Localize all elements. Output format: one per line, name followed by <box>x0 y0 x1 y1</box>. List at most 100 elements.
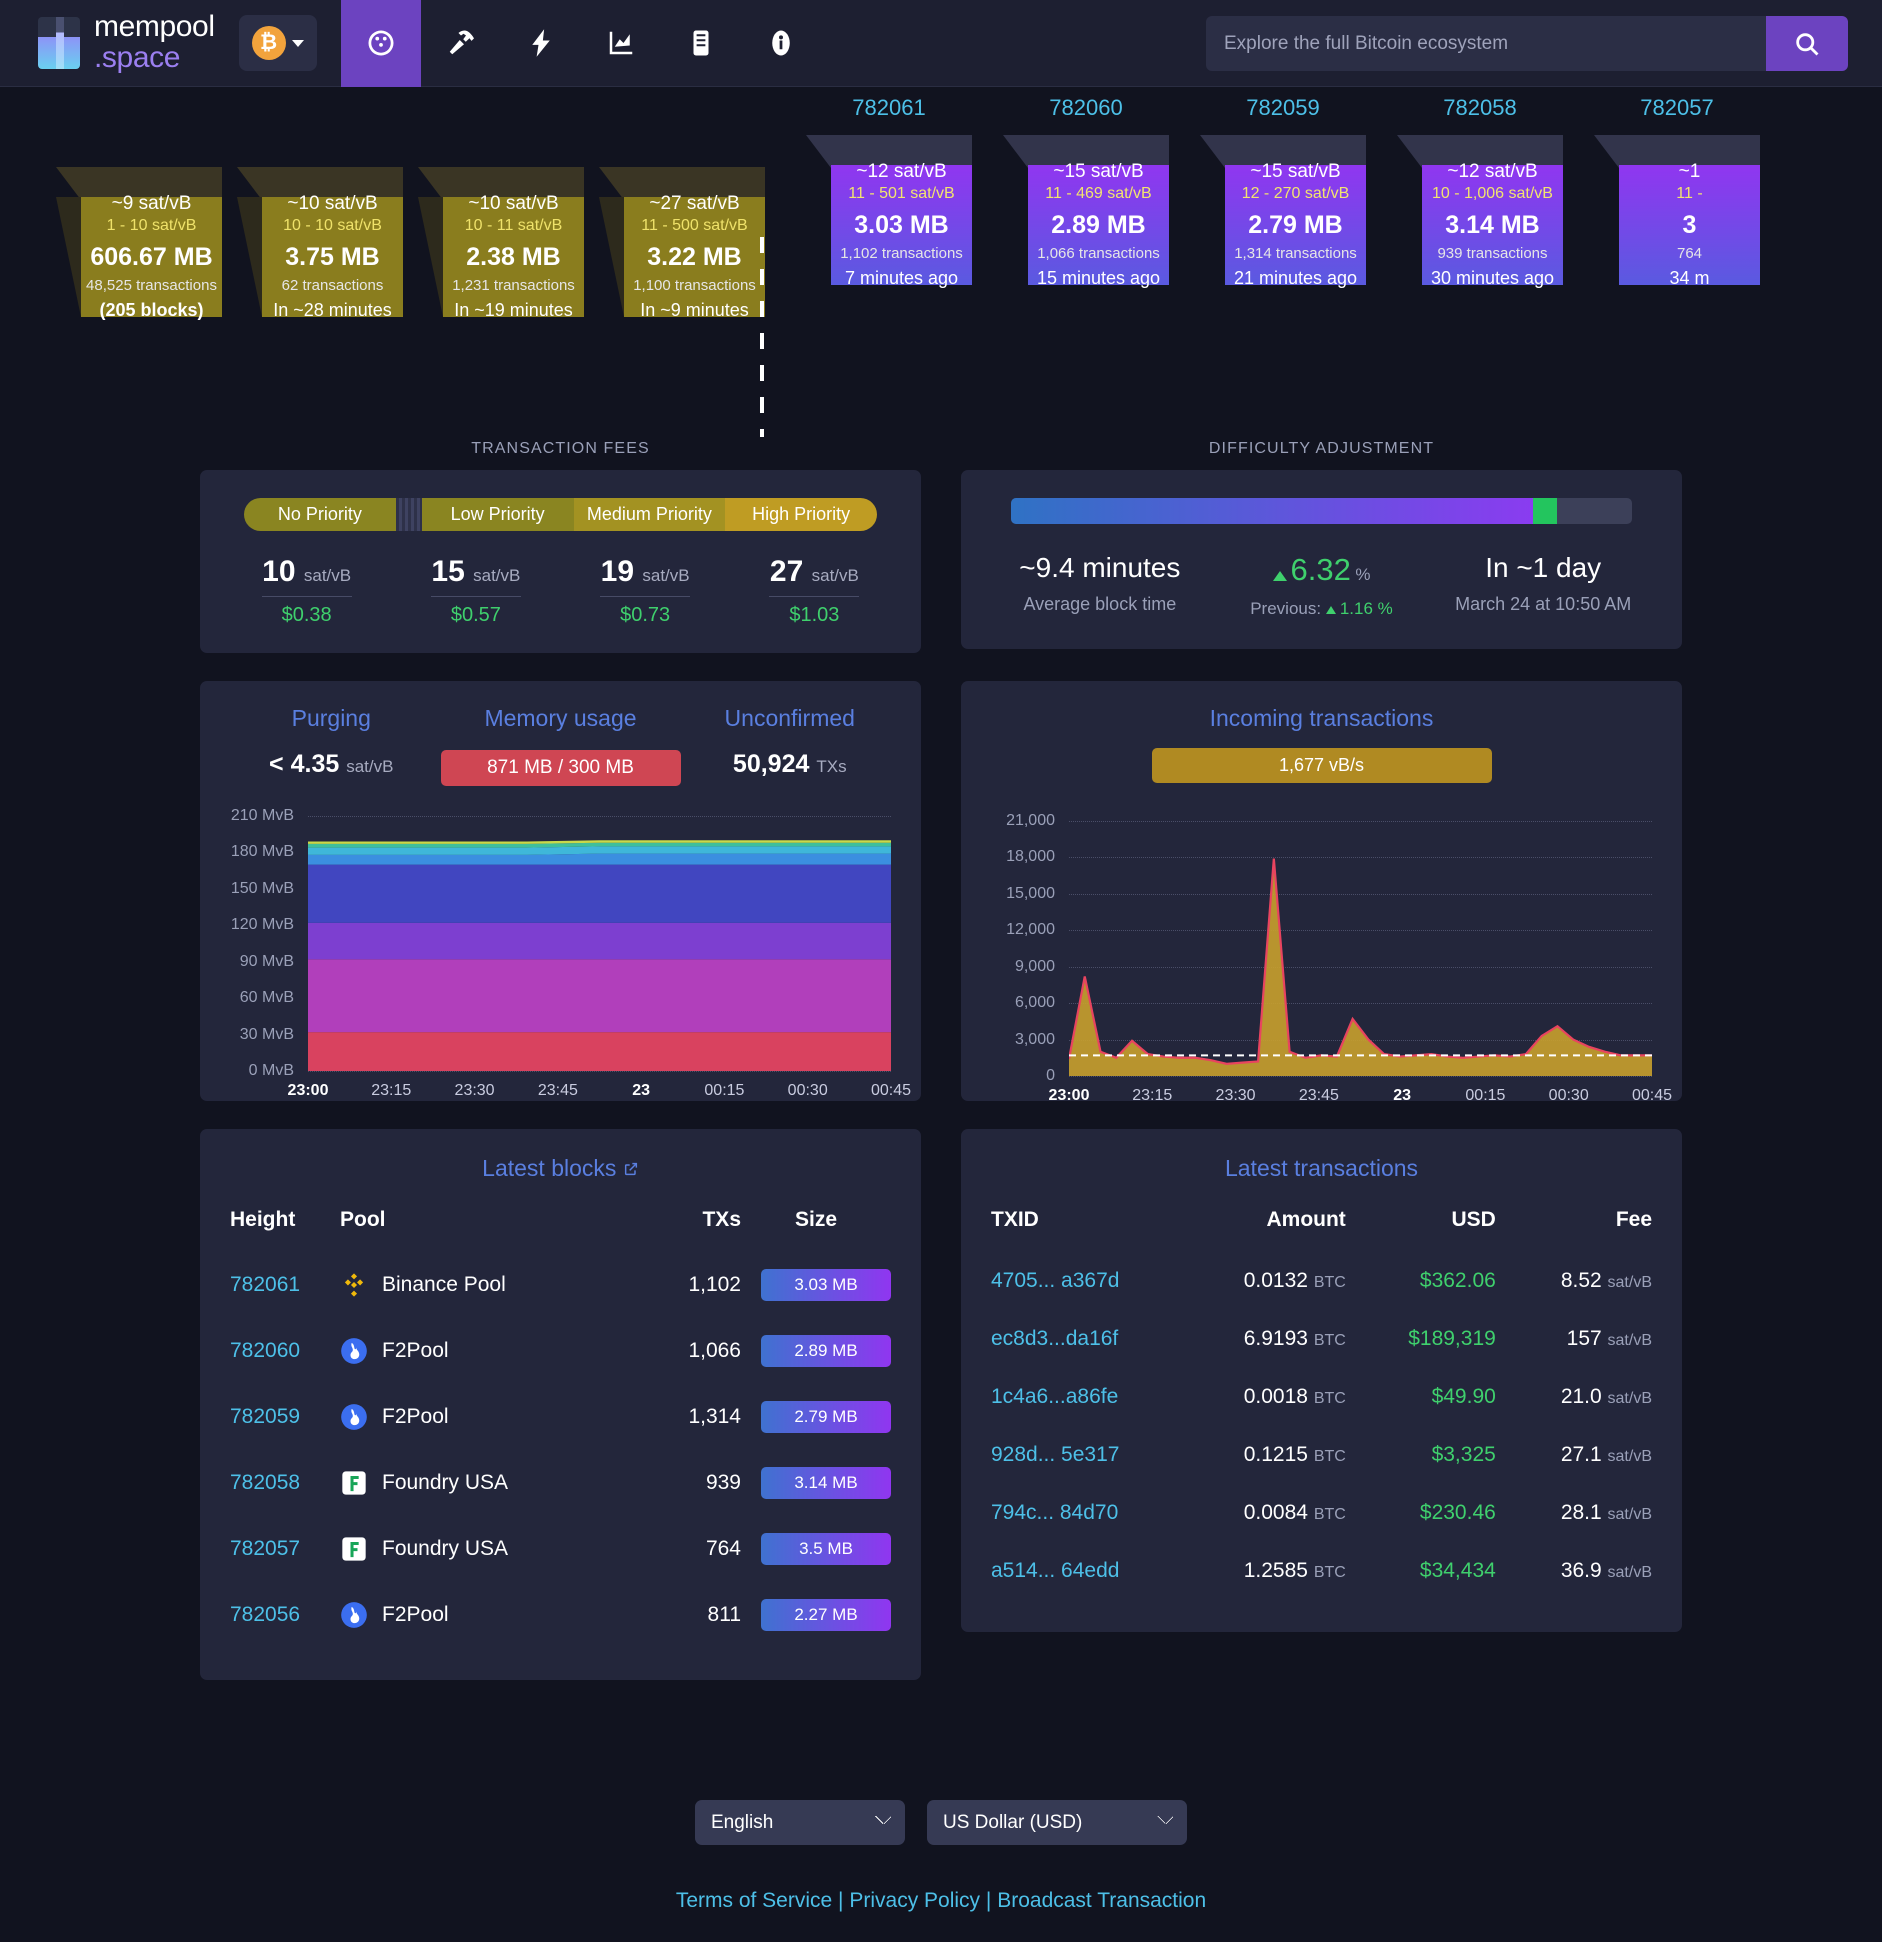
brand-logo[interactable]: mempool .space <box>38 12 215 73</box>
priority-tier-medium[interactable]: Medium Priority <box>573 498 726 531</box>
nav-lightning[interactable] <box>501 0 581 87</box>
block-height-link[interactable]: 782058 <box>1397 95 1563 135</box>
f2pool-icon <box>340 1403 368 1431</box>
table-row[interactable]: 928d... 5e317 0.1215 BTC $3,325 27.1 sat/vB <box>991 1426 1652 1484</box>
nav-about[interactable] <box>741 0 821 87</box>
block-tx-count: 1,314 <box>688 1405 741 1428</box>
incoming-rate-badge: 1,677 vB/s <box>1151 748 1492 783</box>
pool-name: F2Pool <box>382 1405 449 1428</box>
table-row[interactable]: 782058 Foundry USA 939 3.14 MB <box>230 1450 891 1516</box>
main-nav <box>340 0 821 87</box>
table-row[interactable]: a514... 64edd 1.2585 BTC $34,434 36.9 sat/v… <box>991 1542 1652 1600</box>
block-height-link[interactable]: 782058 <box>230 1471 300 1494</box>
docs-icon <box>693 30 709 56</box>
confirmed-block[interactable]: 782061 ~12 sat/vB 11 - 501 sat/vB 3.03 M… <box>806 95 972 288</box>
table-row[interactable]: 4705... a367d 0.0132 BTC $362.06 8.52 sat/v… <box>991 1252 1652 1310</box>
block-height-link[interactable]: 782057 <box>230 1537 300 1560</box>
block-fee-range: 10 - 1,006 sat/vB <box>1432 185 1553 202</box>
table-row[interactable]: 782057 Foundry USA 764 3.5 MB <box>230 1516 891 1582</box>
priority-tier-low[interactable]: Low Priority <box>421 498 574 531</box>
latest-blocks-title[interactable]: Latest blocks <box>230 1155 891 1182</box>
privacy-policy-link[interactable]: Privacy Policy <box>849 1889 980 1912</box>
binance-icon <box>340 1271 368 1299</box>
block-tx-count: 48,525 transactions <box>86 277 217 294</box>
confirmed-blocks-list: 782061 ~12 sat/vB 11 - 501 sat/vB 3.03 M… <box>806 95 1760 288</box>
table-row[interactable]: 1c4a6...a86fe 0.0018 BTC $49.90 21.0 sat/vB <box>991 1368 1652 1426</box>
foundry-icon <box>340 1469 368 1497</box>
block-height-link[interactable]: 782061 <box>806 95 972 135</box>
search-input[interactable] <box>1206 16 1766 71</box>
block-height-link[interactable]: 782057 <box>1594 95 1760 135</box>
transaction-fees-caption: TRANSACTION FEES <box>471 440 650 457</box>
incoming-chart-xaxis: 23:00 23:15 23:30 23:45 23 00:15 00:30 00:45 <box>1049 1087 1672 1113</box>
txid-link[interactable]: 928d... 5e317 <box>991 1443 1119 1466</box>
latest-transactions-title[interactable]: Latest transactions <box>991 1155 1652 1182</box>
x-axis-tick: 23:00 <box>1048 1087 1090 1104</box>
txid-link[interactable]: 794c... 84d70 <box>991 1501 1118 1524</box>
difficulty-eta-date: March 24 at 10:50 AM <box>1455 594 1632 614</box>
y-axis-tick: 18,000 <box>1006 848 1055 866</box>
table-row[interactable]: 782056 F2Pool 811 2.27 MB <box>230 1582 891 1648</box>
txid-link[interactable]: a514... 64edd <box>991 1559 1119 1582</box>
f2pool-icon <box>340 1337 368 1365</box>
y-axis-tick: 15,000 <box>1006 884 1055 902</box>
table-header-row: Height Pool TXs Size <box>230 1208 891 1252</box>
table-row[interactable]: 782061 Binance Pool 1,102 3.03 MB <box>230 1252 891 1318</box>
block-height-link[interactable]: 782056 <box>230 1603 300 1626</box>
search-button[interactable] <box>1766 16 1848 71</box>
table-row[interactable]: 794c... 84d70 0.0084 BTC $230.46 28.1 sat/v… <box>991 1484 1652 1542</box>
incoming-line-series <box>1069 821 1652 1076</box>
x-axis-tick: 23 <box>632 1082 651 1099</box>
block-age: 34 m <box>1669 268 1710 288</box>
tx-usd: $3,325 <box>1431 1443 1496 1466</box>
confirmed-block[interactable]: 782058 ~12 sat/vB 10 - 1,006 sat/vB 3.14… <box>1397 95 1563 288</box>
fee-unit: sat/vB <box>642 566 690 585</box>
nav-dashboard[interactable] <box>340 0 421 87</box>
currency-select[interactable]: US Dollar (USD) <box>927 1800 1187 1845</box>
block-height-link[interactable]: 782060 <box>230 1339 300 1362</box>
language-select[interactable]: English <box>695 1800 905 1845</box>
block-age: 15 minutes ago <box>1036 268 1161 288</box>
block-tx-count: 939 transactions <box>1437 245 1548 262</box>
txid-link[interactable]: ec8d3...da16f <box>991 1327 1118 1350</box>
nav-mining[interactable] <box>421 0 501 87</box>
mempool-size-chart[interactable]: 0 MvB 30 MvB 60 MvB 90 MvB 120 MvB 150 MvB 180… <box>222 807 911 1106</box>
tx-amount-unit: BTC <box>1313 1390 1346 1407</box>
mempool-block[interactable]: ~10 sat/vB 10 - 10 sat/vB 3.75 MB 62 tra… <box>237 127 403 320</box>
table-row[interactable]: 782060 F2Pool 1,066 2.89 MB <box>230 1318 891 1384</box>
difficulty-section: DIFFICULTY ADJUSTMENT ~9.4 minutes Avera… <box>961 440 1682 653</box>
mempool-block[interactable]: ~10 sat/vB 10 - 11 sat/vB 2.38 MB 1,231 … <box>418 127 584 320</box>
x-axis-tick: 23:15 <box>371 1082 412 1099</box>
page-footer: English US Dollar (USD) Terms of Service… <box>0 1800 1882 1913</box>
confirmed-block[interactable]: 782060 ~15 sat/vB 11 - 469 sat/vB 2.89 M… <box>1003 95 1169 288</box>
pool-name: F2Pool <box>382 1603 449 1626</box>
x-axis-tick: 23:30 <box>454 1082 495 1099</box>
confirmed-block[interactable]: 782059 ~15 sat/vB 12 - 270 sat/vB 2.79 M… <box>1200 95 1366 288</box>
mempool-block[interactable]: ~9 sat/vB 1 - 10 sat/vB 606.67 MB 48,525… <box>56 127 222 320</box>
pool-cell: F2Pool <box>340 1337 631 1365</box>
priority-tier-high[interactable]: High Priority <box>725 498 877 531</box>
col-txid: TXID <box>991 1208 1039 1231</box>
purging-value: < 4.35 <box>269 750 340 778</box>
txid-link[interactable]: 4705... a367d <box>991 1269 1119 1292</box>
average-block-time-stat: ~9.4 minutes Average block time <box>989 552 1211 619</box>
block-height-link[interactable]: 782059 <box>1200 95 1366 135</box>
f2pool-icon <box>341 1602 367 1628</box>
tx-fee: 157 <box>1566 1327 1602 1350</box>
incoming-transactions-chart[interactable]: 0 3,000 6,000 9,000 12,000 15,000 18,000 21,000… <box>983 812 1672 1113</box>
txid-link[interactable]: 1c4a6...a86fe <box>991 1385 1118 1408</box>
network-selector[interactable]: ₿ <box>238 15 317 71</box>
block-height-link[interactable]: 782060 <box>1003 95 1169 135</box>
nav-graphs[interactable] <box>581 0 661 87</box>
block-height-link[interactable]: 782061 <box>230 1273 300 1296</box>
confirmed-block[interactable]: 782057 ~1 11 - 3 764 34 m <box>1594 95 1760 288</box>
memory-usage-label: Memory usage <box>484 705 637 731</box>
block-height-link[interactable]: 782059 <box>230 1405 300 1428</box>
broadcast-transaction-link[interactable]: Broadcast Transaction <box>997 1889 1206 1912</box>
nav-docs[interactable] <box>661 0 741 87</box>
table-row[interactable]: 782059 F2Pool 1,314 2.79 MB <box>230 1384 891 1450</box>
terms-of-service-link[interactable]: Terms of Service <box>676 1889 832 1912</box>
table-row[interactable]: ec8d3...da16f 6.9193 BTC $189,319 157 sat/v… <box>991 1310 1652 1368</box>
priority-tier-no[interactable]: No Priority <box>244 498 396 531</box>
mempool-block[interactable]: ~27 sat/vB 11 - 500 sat/vB 3.22 MB 1,100… <box>599 127 765 320</box>
